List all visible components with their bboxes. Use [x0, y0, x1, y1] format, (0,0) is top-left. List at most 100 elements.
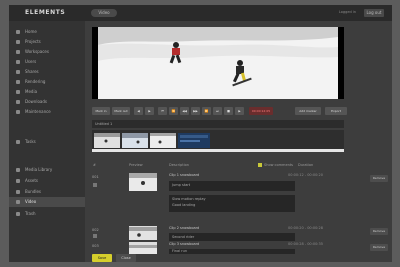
asset-icon: [16, 179, 20, 183]
logout-button[interactable]: Log out: [364, 9, 384, 17]
table-row[interactable]: 003 Clip 3 snowboard 00:00:28 - 00:00:35…: [92, 242, 392, 254]
comment-line: Good landing: [172, 203, 196, 207]
col-duration: Duration: [298, 163, 314, 167]
drag-handle-icon[interactable]: [93, 183, 97, 187]
video-frame-image: [98, 27, 338, 99]
workspace-icon: [16, 50, 20, 54]
media-icon: [16, 90, 20, 94]
col-description: Description: [169, 163, 189, 167]
row-number: 001: [92, 175, 99, 179]
section-pill[interactable]: Video: [91, 9, 117, 17]
row-number: 002: [92, 228, 99, 232]
close-button[interactable]: Close: [116, 254, 136, 262]
sidebar-item-rendering[interactable]: Rendering: [9, 77, 85, 87]
timeline-clip-selected[interactable]: [178, 133, 210, 148]
play-button[interactable]: ▶: [235, 107, 244, 115]
remove-clip-button[interactable]: Remove: [370, 175, 388, 182]
clip-thumbnail-image: [129, 245, 157, 254]
fast-forward-button[interactable]: ⏩: [202, 107, 211, 115]
wrench-icon: [16, 110, 20, 114]
timeline-clip[interactable]: [122, 133, 148, 148]
clip-thumbnail-image: [150, 133, 176, 148]
clip-thumbnail-image: [178, 133, 210, 148]
comment-line: Slow motion replay: [172, 197, 206, 201]
user-status: Logged in: [338, 10, 356, 14]
clips-table-header: # Preview Description Show comments Dura…: [92, 163, 392, 171]
stop-button[interactable]: ■: [224, 107, 233, 115]
row-title: Clip 3 snowboard: [169, 242, 200, 246]
comment-box[interactable]: Slow motion replay Good landing: [169, 195, 295, 212]
step-back-button[interactable]: ◀◀: [180, 107, 189, 115]
main-content: Mark in Mark out ◀ ▶ ⏮ ⏪ ◀◀ ▶▶ ⏩ ⏭ ■ ▶ 0…: [85, 21, 392, 262]
top-bar: ELEMENTS Video Logged in Log out: [9, 5, 392, 21]
sidebar: Home Projects Workspaces Users Shares Re…: [9, 21, 85, 262]
bottom-actions: Save Close: [92, 254, 392, 262]
player-controls: Mark in Mark out ◀ ▶ ⏮ ⏪ ◀◀ ▶▶ ⏩ ⏭ ■ ▶ 0…: [92, 107, 392, 115]
task-icon: [16, 140, 20, 144]
row-thumbnail: [129, 226, 157, 240]
drag-handle-icon[interactable]: [93, 234, 97, 238]
trash-icon: [16, 212, 20, 216]
video-player[interactable]: [92, 27, 344, 99]
row-duration: 00:00:12 - 00:00:20: [288, 173, 323, 177]
library-icon: [16, 168, 20, 172]
remove-clip-button[interactable]: Remove: [370, 228, 388, 235]
user-icon: [16, 60, 20, 64]
clip-thumbnail-image: [129, 173, 157, 191]
video-icon: [16, 200, 20, 204]
sidebar-item-assets[interactable]: Assets: [9, 176, 85, 186]
sidebar-item-bundles[interactable]: Bundles: [9, 187, 85, 197]
clip-thumbnail-image: [94, 133, 120, 148]
last-frame-button[interactable]: ⏭: [213, 107, 222, 115]
rewind-button[interactable]: ⏪: [169, 107, 178, 115]
table-row[interactable]: 001 Clip 1 snowboard 00:00:12 - 00:00:20…: [92, 173, 392, 228]
timeline-scrubber[interactable]: [92, 149, 344, 152]
sidebar-item-workspaces[interactable]: Workspaces: [9, 47, 85, 57]
add-marker-button[interactable]: Add marker: [295, 107, 321, 115]
row-duration: 00:00:20 - 00:00:28: [288, 226, 323, 230]
row-title: Clip 1 snowboard: [169, 173, 200, 177]
remove-clip-button[interactable]: Remove: [370, 244, 388, 251]
col-preview: Preview: [129, 163, 143, 167]
download-icon: [16, 100, 20, 104]
sidebar-item-tasks[interactable]: Tasks: [9, 137, 85, 147]
sidebar-item-users[interactable]: Users: [9, 57, 85, 67]
sidebar-item-maintenance[interactable]: Maintenance: [9, 107, 85, 117]
sidebar-item-projects[interactable]: Projects: [9, 37, 85, 47]
save-button[interactable]: Save: [92, 254, 112, 262]
step-forward-button[interactable]: ▶▶: [191, 107, 200, 115]
sidebar-item-video[interactable]: Video: [9, 197, 85, 207]
col-number: #: [93, 163, 96, 167]
next-frame-button[interactable]: ▶: [145, 107, 154, 115]
row-duration: 00:00:28 - 00:00:35: [288, 242, 323, 246]
mark-out-button[interactable]: Mark out: [112, 107, 130, 115]
col-show-comments: Show comments: [264, 163, 294, 167]
sidebar-item-media[interactable]: Media: [9, 87, 85, 97]
timeline-clip[interactable]: [94, 133, 120, 148]
sidebar-item-home[interactable]: Home: [9, 27, 85, 37]
sequence-name-field[interactable]: Untitled 1: [92, 120, 344, 128]
share-icon: [16, 70, 20, 74]
sidebar-item-shares[interactable]: Shares: [9, 67, 85, 77]
sidebar-item-trash[interactable]: Trash: [9, 209, 85, 219]
comment-input[interactable]: Second rider: [169, 233, 295, 241]
show-comments-checkbox[interactable]: [258, 163, 262, 167]
first-frame-button[interactable]: ⏮: [158, 107, 167, 115]
prev-frame-button[interactable]: ◀: [134, 107, 143, 115]
home-icon: [16, 30, 20, 34]
sidebar-item-downloads[interactable]: Downloads: [9, 97, 85, 107]
row-title: Clip 2 snowboard: [169, 226, 200, 230]
app-logo: ELEMENTS: [25, 9, 66, 16]
export-button[interactable]: Export: [325, 107, 347, 115]
row-thumbnail: [129, 242, 157, 254]
row-thumbnail: [129, 173, 157, 191]
timeline-clip[interactable]: [150, 133, 176, 148]
row-number: 003: [92, 244, 99, 248]
clip-thumbnail-image: [122, 133, 148, 148]
render-icon: [16, 80, 20, 84]
comment-input[interactable]: Jump start: [169, 181, 295, 191]
mark-in-button[interactable]: Mark in: [92, 107, 110, 115]
timeline[interactable]: [92, 130, 344, 152]
sidebar-item-media-library[interactable]: Media Library: [9, 165, 85, 175]
timecode-display: 00:00:12:05: [249, 107, 273, 115]
